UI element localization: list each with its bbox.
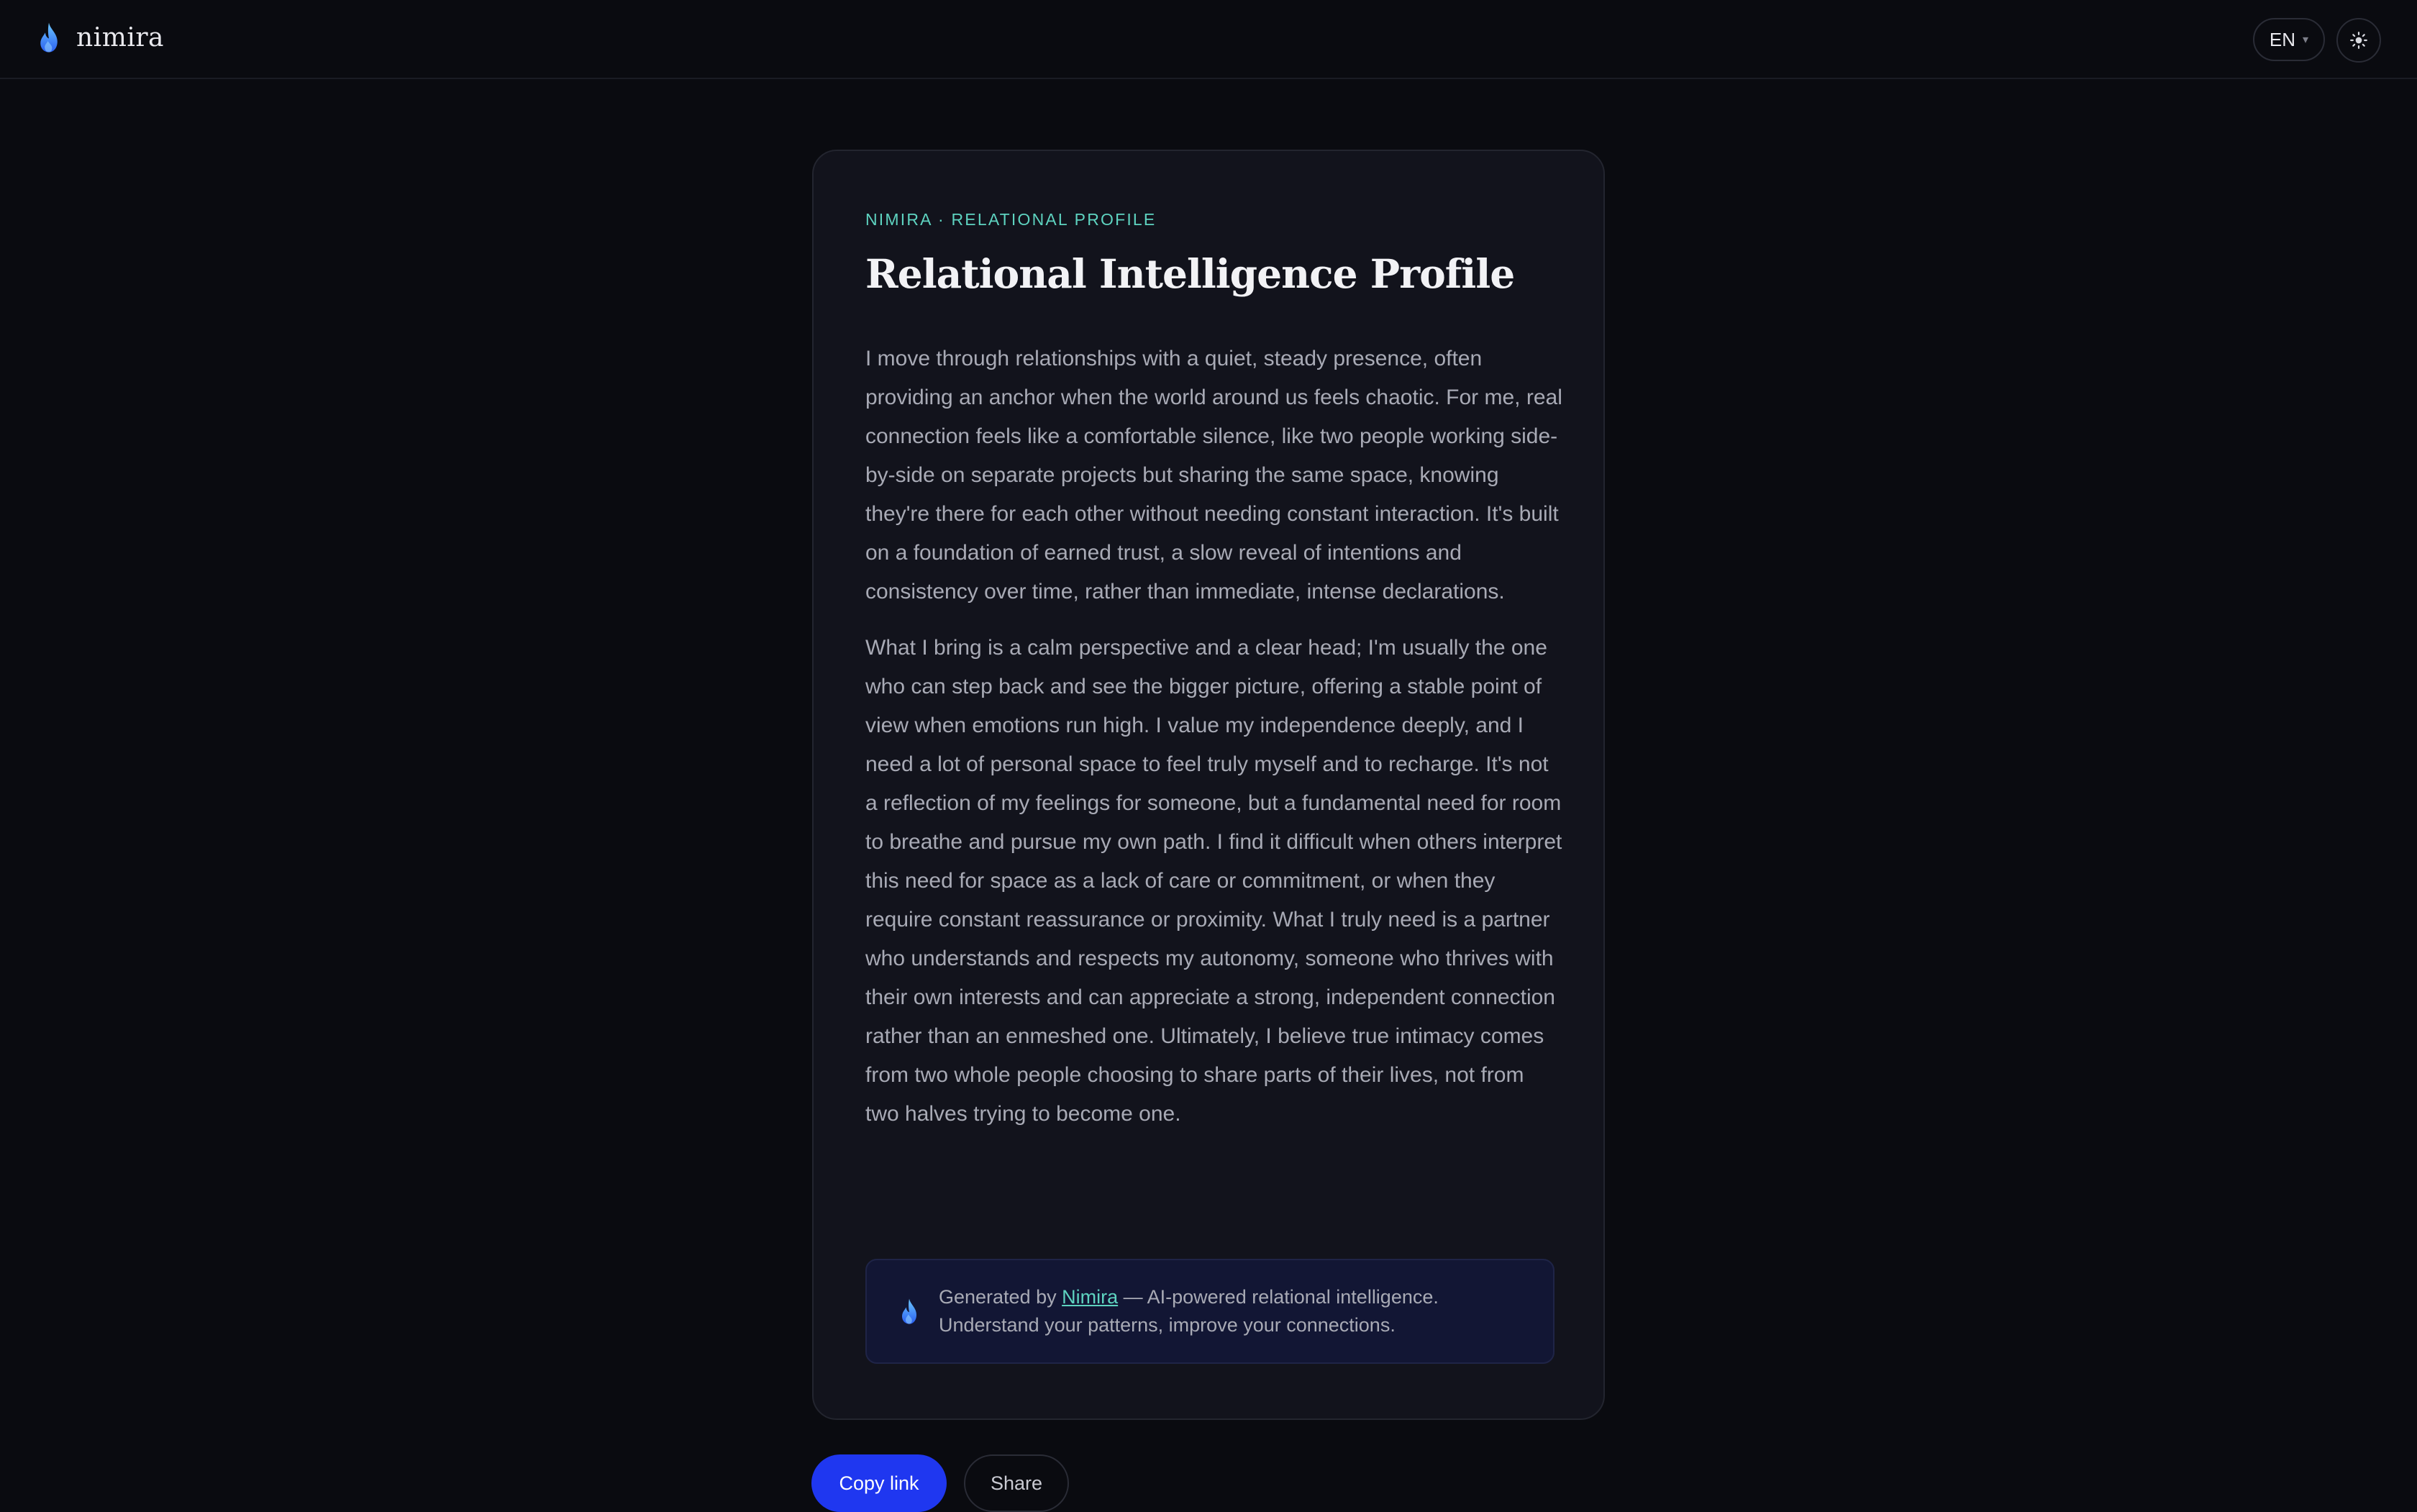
profile-text: I move through relationships with a quie… <box>865 340 1563 1134</box>
profile-paragraph: What I bring is a calm perspective and a… <box>865 636 1562 1126</box>
profile-paragraph: I move through relationships with a quie… <box>865 347 1562 604</box>
generated-by-note: Generated by Nimira — AI-powered relatio… <box>865 1259 1555 1364</box>
top-bar: nimira EN ▾ <box>0 0 2417 79</box>
footer-tagline: Understand your patterns, improve your c… <box>939 1314 1396 1336</box>
footer-suffix: — AI-powered relational intelligence. <box>1118 1286 1439 1308</box>
profile-card: NIMIRA · RELATIONAL PROFILE Relational I… <box>812 150 1605 1420</box>
language-selector[interactable]: EN ▾ <box>2253 18 2325 61</box>
brand-logo[interactable]: nimira <box>36 22 164 53</box>
share-button[interactable]: Share <box>964 1454 1069 1512</box>
chevron-down-icon: ▾ <box>2303 34 2309 46</box>
copy-link-button[interactable]: Copy link <box>811 1454 947 1512</box>
theme-toggle-button[interactable] <box>2336 18 2381 63</box>
flame-icon <box>902 1298 916 1324</box>
brand-name: nimira <box>76 22 165 53</box>
flame-icon <box>40 22 58 53</box>
footer-prefix: Generated by <box>939 1286 1062 1308</box>
page-title: Relational Intelligence Profile <box>865 250 1515 297</box>
nimira-link[interactable]: Nimira <box>1062 1286 1118 1308</box>
generated-by-text: Generated by Nimira — AI-powered relatio… <box>939 1283 1439 1339</box>
card-eyebrow: NIMIRA · RELATIONAL PROFILE <box>865 210 1157 229</box>
sun-icon <box>2350 32 2367 49</box>
language-label: EN <box>2269 28 2296 50</box>
